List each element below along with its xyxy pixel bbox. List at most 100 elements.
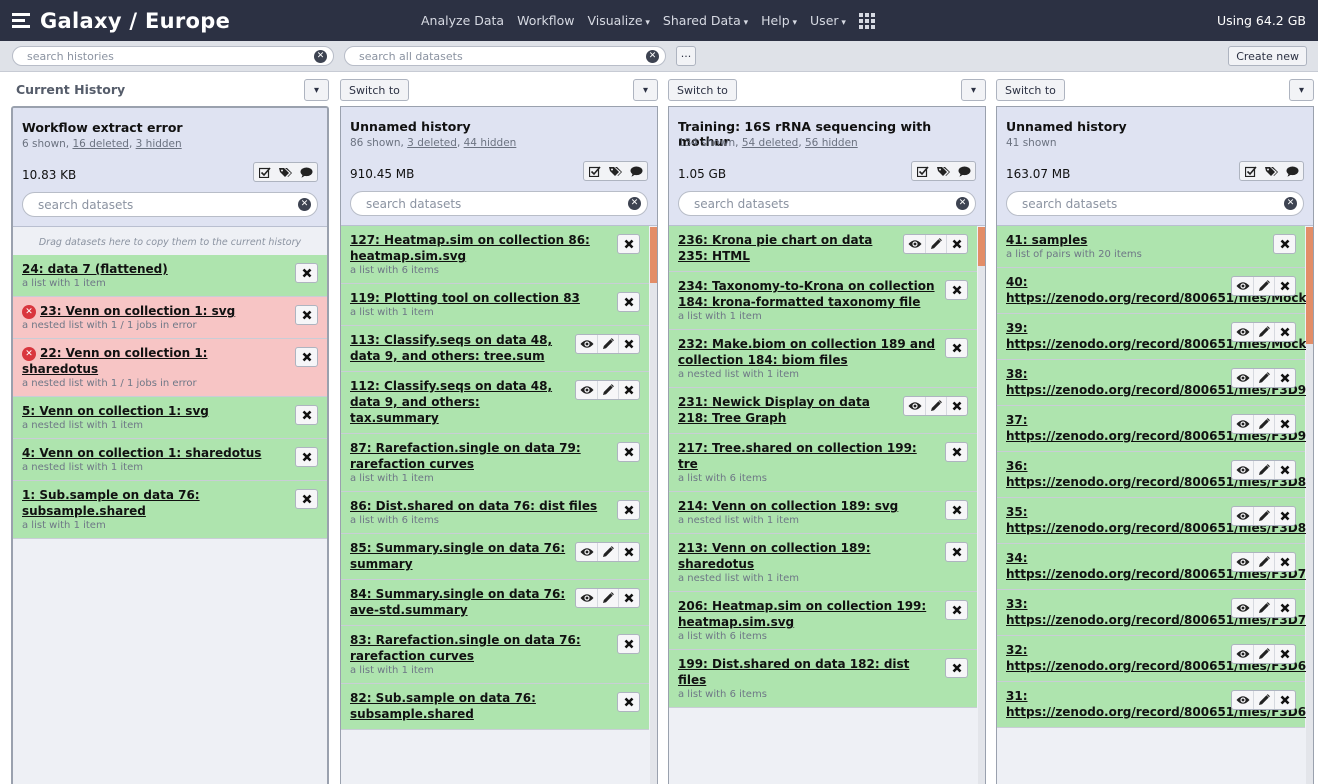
dataset-item[interactable]: 24: data 7 (flattened) a list with 1 item xyxy=(13,255,327,297)
hidden-link[interactable]: 56 hidden xyxy=(805,137,858,149)
dataset-item[interactable]: 37: https://zenodo.org/record/800651/fil… xyxy=(997,406,1313,452)
dataset-item[interactable]: ✕ 23: Venn on collection 1: svg a nested l… xyxy=(13,297,327,339)
dataset-item[interactable]: 36: https://zenodo.org/record/800651/fil… xyxy=(997,452,1313,498)
eye-icon[interactable] xyxy=(576,543,597,561)
clear-icon[interactable]: ✕ xyxy=(1284,197,1297,210)
close-icon[interactable] xyxy=(618,235,639,253)
eye-icon[interactable] xyxy=(1232,461,1253,479)
dataset-title[interactable]: ✕ 22: Venn on collection 1: sharedotus xyxy=(22,345,286,377)
dataset-title[interactable]: 84: Summary.single on data 76: ave-std.s… xyxy=(350,586,566,618)
scrollbar[interactable] xyxy=(1306,227,1313,784)
dataset-item[interactable]: 236: Krona pie chart on data 235: HTML xyxy=(669,226,977,272)
nav-user[interactable]: User xyxy=(810,13,846,28)
dataset-item[interactable]: ✕ 22: Venn on collection 1: sharedotus a n… xyxy=(13,339,327,397)
eye-icon[interactable] xyxy=(1232,691,1253,709)
clear-icon[interactable]: ✕ xyxy=(628,197,641,210)
eye-icon[interactable] xyxy=(904,235,925,253)
deleted-link[interactable]: 54 deleted xyxy=(742,137,798,149)
pencil-icon[interactable] xyxy=(1253,645,1274,663)
dataset-title[interactable]: 199: Dist.shared on data 182: dist files xyxy=(678,656,936,688)
eye-icon[interactable] xyxy=(1232,277,1253,295)
brand-home-link[interactable]: Galaxy / Europe xyxy=(12,9,230,33)
dataset-title[interactable]: 38: https://zenodo.org/record/800651/fil… xyxy=(1006,366,1313,398)
dataset-item[interactable]: 214: Venn on collection 189: svg a nested… xyxy=(669,492,977,534)
pencil-icon[interactable] xyxy=(925,235,946,253)
pencil-icon[interactable] xyxy=(597,543,618,561)
dataset-item[interactable]: 39: https://zenodo.org/record/800651/fil… xyxy=(997,314,1313,360)
close-icon[interactable] xyxy=(1274,323,1295,341)
eye-icon[interactable] xyxy=(1232,507,1253,525)
close-icon[interactable] xyxy=(296,348,317,366)
dataset-title[interactable]: 112: Classify.seqs on data 48, data 9, a… xyxy=(350,378,566,426)
close-icon[interactable] xyxy=(296,406,317,424)
eye-icon[interactable] xyxy=(1232,369,1253,387)
dataset-title[interactable]: 31: https://zenodo.org/record/800651/fil… xyxy=(1006,688,1313,720)
annotation-icon[interactable] xyxy=(954,162,975,180)
dataset-title[interactable]: 113: Classify.seqs on data 48, data 9, a… xyxy=(350,332,566,364)
dataset-title[interactable]: 85: Summary.single on data 76: summary xyxy=(350,540,566,572)
dataset-item[interactable]: 85: Summary.single on data 76: summary xyxy=(341,534,649,580)
dataset-item[interactable]: 112: Classify.seqs on data 48, data 9, a… xyxy=(341,372,649,434)
clear-icon[interactable]: ✕ xyxy=(314,49,327,63)
history-name[interactable]: Unnamed history xyxy=(350,119,471,134)
dataset-item[interactable]: 31: https://zenodo.org/record/800651/fil… xyxy=(997,682,1313,728)
scrollbar-thumb[interactable] xyxy=(978,227,985,266)
select-items-icon[interactable] xyxy=(584,162,605,180)
dataset-title[interactable]: 86: Dist.shared on data 76: dist files xyxy=(350,498,608,514)
search-datasets-input[interactable]: search datasets ✕ xyxy=(1006,191,1304,216)
dataset-item[interactable]: 231: Newick Display on data 218: Tree Gr… xyxy=(669,388,977,434)
clear-icon[interactable]: ✕ xyxy=(646,49,659,63)
annotation-icon[interactable] xyxy=(626,162,647,180)
close-icon[interactable] xyxy=(1274,507,1295,525)
close-icon[interactable] xyxy=(618,543,639,561)
eye-icon[interactable] xyxy=(576,381,597,399)
scrollbar-thumb[interactable] xyxy=(1306,227,1313,344)
dataset-title[interactable]: 41: samples xyxy=(1006,232,1264,248)
history-name[interactable]: Unnamed history xyxy=(1006,119,1127,134)
more-options-button[interactable]: ··· xyxy=(676,46,696,66)
dataset-item[interactable]: 213: Venn on collection 189: sharedotus a… xyxy=(669,534,977,592)
dataset-title[interactable]: 32: https://zenodo.org/record/800651/fil… xyxy=(1006,642,1313,674)
dataset-title[interactable]: 83: Rarefaction.single on data 76: raref… xyxy=(350,632,608,664)
search-datasets-input[interactable]: search datasets ✕ xyxy=(678,191,976,216)
dataset-item[interactable]: 4: Venn on collection 1: sharedotus a nes… xyxy=(13,439,327,481)
close-icon[interactable] xyxy=(1274,369,1295,387)
dataset-title[interactable]: 217: Tree.shared on collection 199: tre xyxy=(678,440,936,472)
deleted-link[interactable]: 3 deleted xyxy=(407,137,457,149)
dataset-item[interactable]: 86: Dist.shared on data 76: dist files a … xyxy=(341,492,649,534)
close-icon[interactable] xyxy=(946,443,967,461)
pencil-icon[interactable] xyxy=(597,381,618,399)
history-name[interactable]: Workflow extract error xyxy=(22,120,183,135)
close-icon[interactable] xyxy=(618,693,639,711)
dataset-item[interactable]: 5: Venn on collection 1: svg a nested lis… xyxy=(13,397,327,439)
switch-to-button[interactable]: Switch to xyxy=(340,79,409,101)
dataset-item[interactable]: 32: https://zenodo.org/record/800651/fil… xyxy=(997,636,1313,682)
deleted-link[interactable]: 16 deleted xyxy=(73,138,129,150)
select-items-icon[interactable] xyxy=(254,163,275,181)
dataset-title[interactable]: 4: Venn on collection 1: sharedotus xyxy=(22,445,286,461)
dataset-item[interactable]: 199: Dist.shared on data 182: dist files… xyxy=(669,650,977,708)
eye-icon[interactable] xyxy=(904,397,925,415)
pencil-icon[interactable] xyxy=(1253,277,1274,295)
close-icon[interactable] xyxy=(946,659,967,677)
eye-icon[interactable] xyxy=(1232,553,1253,571)
pencil-icon[interactable] xyxy=(597,335,618,353)
annotation-icon[interactable] xyxy=(1282,162,1303,180)
history-options-dropdown[interactable]: ▾ xyxy=(961,79,986,101)
history-options-dropdown[interactable]: ▾ xyxy=(1289,79,1314,101)
pencil-icon[interactable] xyxy=(925,397,946,415)
dataset-item[interactable]: 33: https://zenodo.org/record/800651/fil… xyxy=(997,590,1313,636)
dataset-title[interactable]: 232: Make.biom on collection 189 and col… xyxy=(678,336,936,368)
dataset-item[interactable]: 119: Plotting tool on collection 83 a lis… xyxy=(341,284,649,326)
eye-icon[interactable] xyxy=(1232,323,1253,341)
dataset-title[interactable]: 82: Sub.sample on data 76: subsample.sha… xyxy=(350,690,608,722)
eye-icon[interactable] xyxy=(1232,599,1253,617)
dataset-title[interactable]: 1: Sub.sample on data 76: subsample.shar… xyxy=(22,487,286,519)
tags-icon[interactable] xyxy=(1261,162,1282,180)
dataset-title[interactable]: 35: https://zenodo.org/record/800651/fil… xyxy=(1006,504,1313,536)
nav-workflow[interactable]: Workflow xyxy=(517,13,574,28)
dataset-title[interactable]: 236: Krona pie chart on data 235: HTML xyxy=(678,232,894,264)
select-items-icon[interactable] xyxy=(912,162,933,180)
close-icon[interactable] xyxy=(1274,691,1295,709)
tags-icon[interactable] xyxy=(605,162,626,180)
